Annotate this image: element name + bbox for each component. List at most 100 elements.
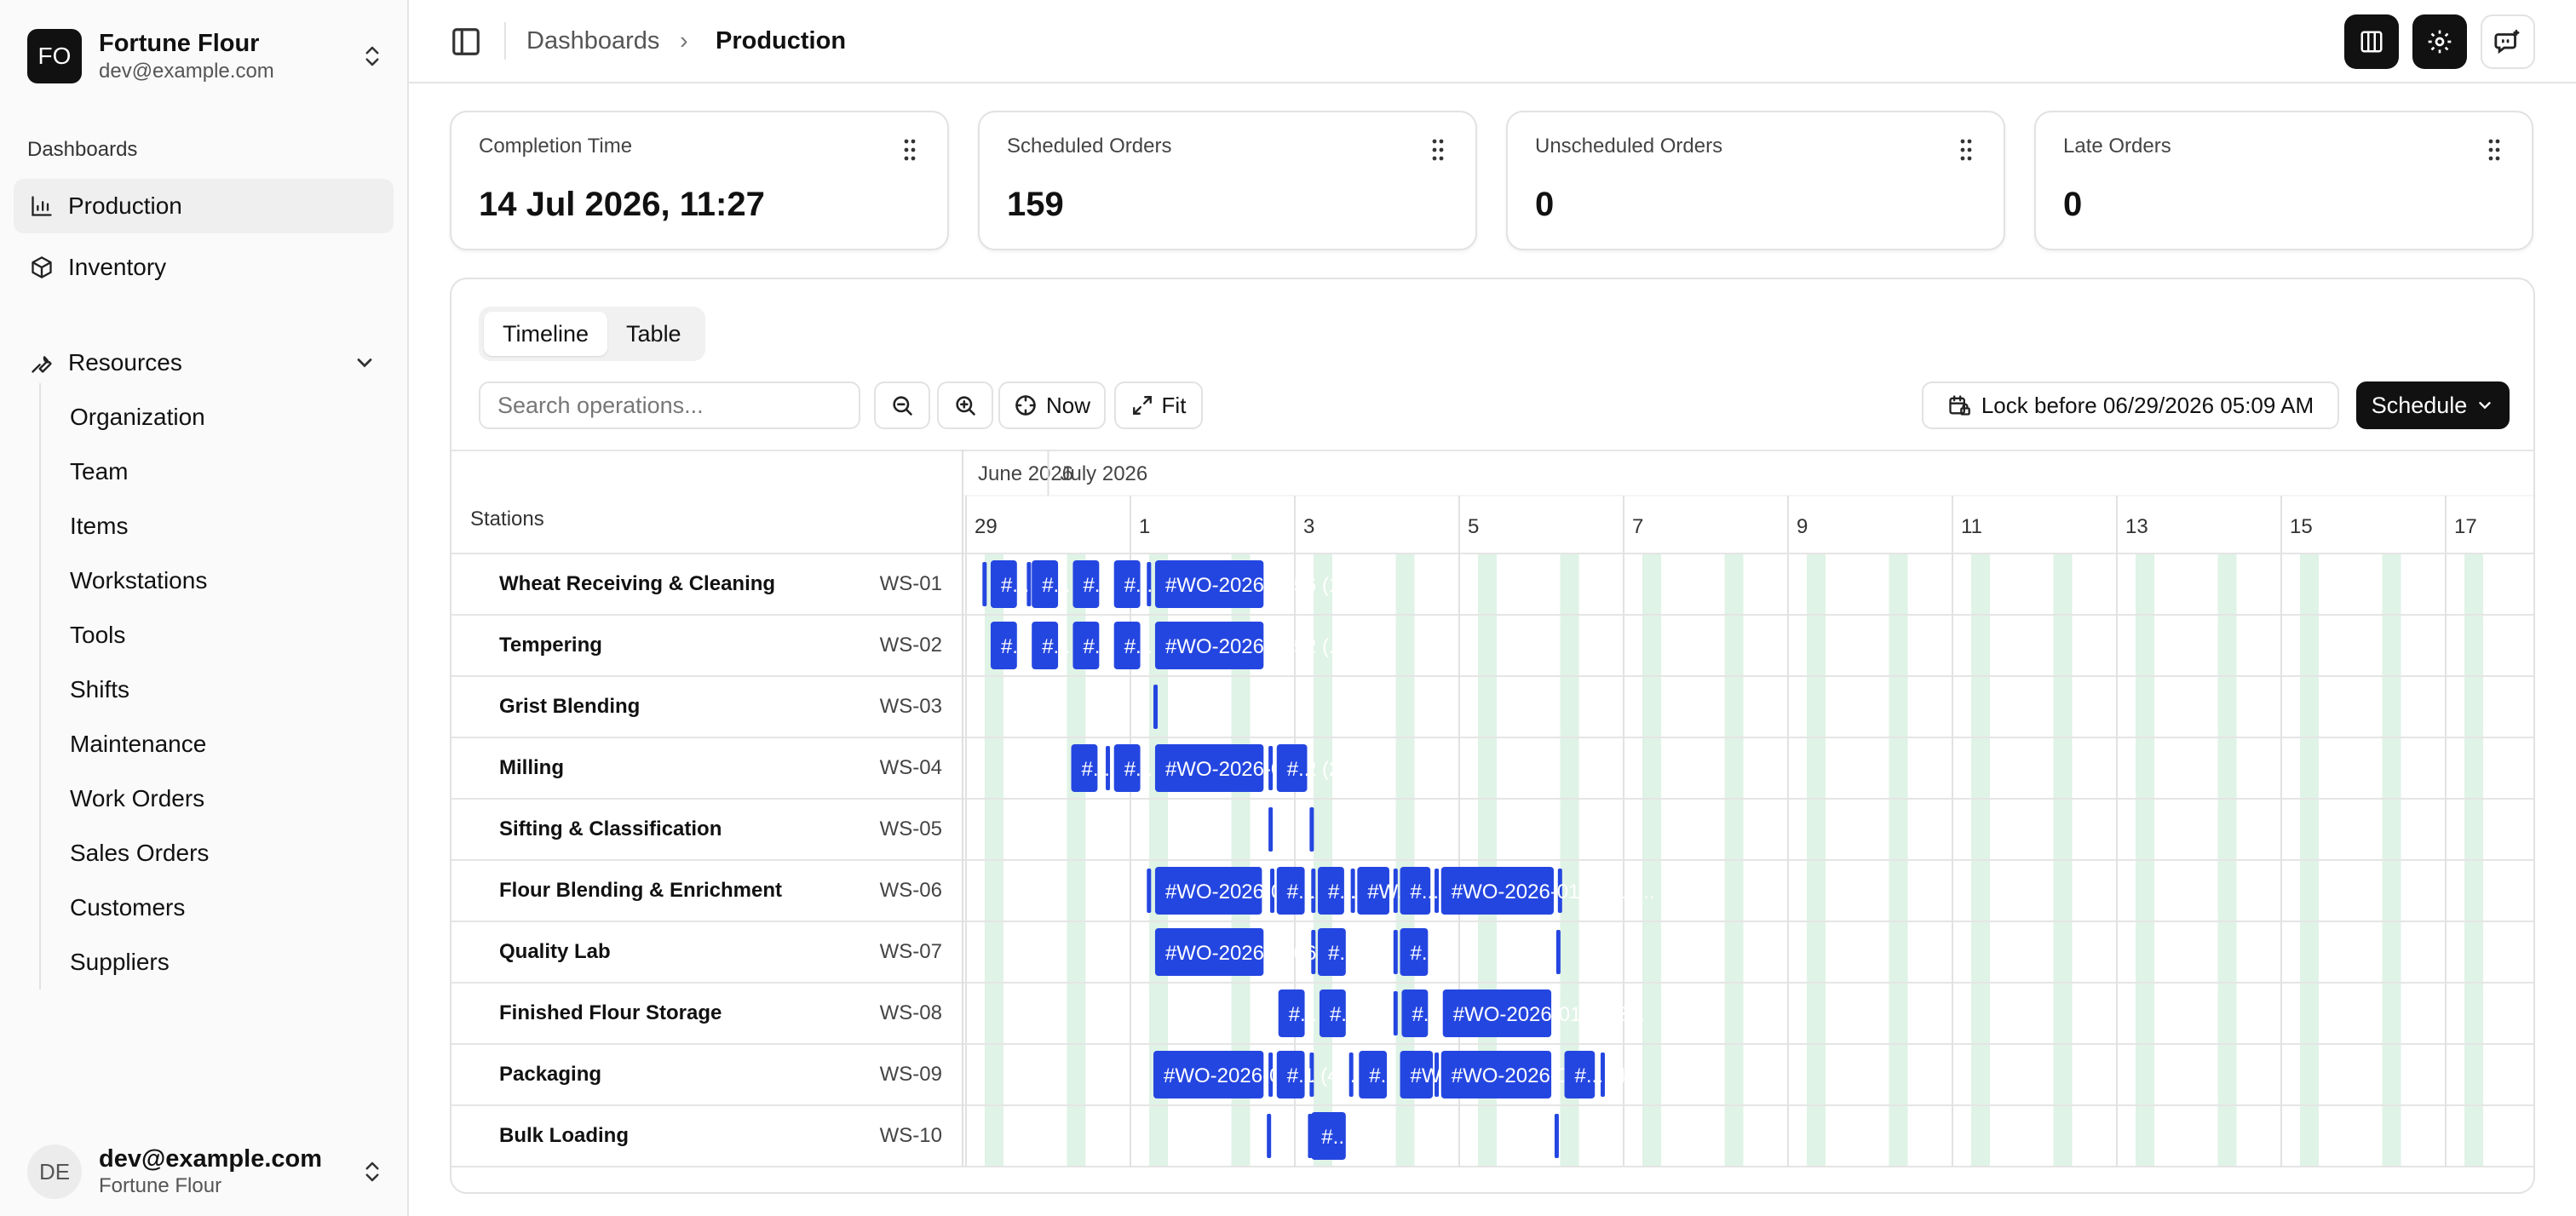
sidebar-item-maintenance[interactable]: Maintenance <box>70 727 206 761</box>
station-code: WS-08 <box>879 1001 942 1024</box>
day-tick-label: 5 <box>1468 515 1479 538</box>
bot-chat-icon <box>2494 29 2520 54</box>
sidebar-toggle-icon[interactable] <box>450 26 482 58</box>
station-name: Packaging <box>499 1063 602 1086</box>
sidebar-item-label: Resources <box>68 349 182 376</box>
org-email: dev@example.com <box>99 60 274 83</box>
day-tick-label: 1 <box>1139 515 1150 538</box>
operation-sliver[interactable] <box>1555 930 1561 974</box>
operation-label: #WO-2026-0144 (10... <box>1452 880 1655 903</box>
sidebar-item-label: Inventory <box>68 254 167 280</box>
breadcrumb-separator: › <box>680 27 688 54</box>
operation-label: #WO-2026-0152 (... <box>1165 635 1346 658</box>
day-tick-label: 15 <box>2290 515 2313 538</box>
timeline-panel: Timeline Table Now Fit Lock before 06/29… <box>450 278 2535 1194</box>
station-code: WS-09 <box>879 1063 942 1086</box>
operation-sliver[interactable] <box>1309 807 1314 852</box>
station-name: Flour Blending & Enrichment <box>499 879 783 902</box>
operation-sliver[interactable] <box>1267 1114 1272 1158</box>
station-code: WS-07 <box>879 940 942 963</box>
sidebar-item-work-orders[interactable]: Work Orders <box>70 782 204 816</box>
sidebar-item-suppliers[interactable]: Suppliers <box>70 945 170 979</box>
chart-icon <box>27 192 56 221</box>
station-row: Milling WS-04 <box>451 737 963 799</box>
wrench-icon <box>27 348 56 377</box>
kpi-label: Unscheduled Orders <box>1535 135 1723 158</box>
station-code: WS-05 <box>879 817 942 840</box>
kpi-card-unscheduled-orders: Unscheduled Orders 0 <box>1506 111 2005 250</box>
station-code: WS-04 <box>879 756 942 779</box>
day-tick-label: 11 <box>1961 515 1982 538</box>
gear-icon <box>2428 30 2452 54</box>
drag-handle-icon[interactable] <box>1959 138 1973 162</box>
station-name: Wheat Receiving & Cleaning <box>499 572 776 595</box>
operation-label: #... <box>1287 880 1315 903</box>
operation-sliver[interactable] <box>1153 685 1159 729</box>
kpi-value: 0 <box>1535 186 1555 223</box>
operation-sliver[interactable] <box>1268 807 1274 852</box>
chevrons-up-down-icon <box>365 46 379 66</box>
top-bar: Dashboards › Production <box>409 0 2576 83</box>
drag-handle-icon[interactable] <box>903 138 917 162</box>
kpi-label: Completion Time <box>479 135 633 158</box>
operation-sliver[interactable] <box>1393 930 1398 974</box>
drag-handle-icon[interactable] <box>2487 138 2501 162</box>
operation-label: #... <box>1328 880 1356 903</box>
station-name: Milling <box>499 756 564 779</box>
operation-label: #... <box>1287 758 1315 781</box>
assistant-button[interactable] <box>2481 14 2535 69</box>
sidebar-item-team[interactable]: Team <box>70 455 128 489</box>
sidebar-item-items[interactable]: Items <box>70 509 128 543</box>
station-code: WS-02 <box>879 634 942 657</box>
layout-columns-button[interactable] <box>2344 14 2399 69</box>
user-switcher[interactable]: DE dev@example.com Fortune Flour <box>27 1144 385 1199</box>
day-tick-label: 3 <box>1303 515 1314 538</box>
station-row: Grist Blending WS-03 <box>451 676 963 737</box>
station-name: Grist Blending <box>499 695 641 718</box>
operation-label: #... <box>1411 942 1439 965</box>
station-row: Bulk Loading WS-10 <box>451 1105 963 1167</box>
sidebar-item-production[interactable]: Production <box>14 179 394 233</box>
drag-handle-icon[interactable] <box>1431 138 1445 162</box>
operation-label: #... <box>1321 1126 1349 1149</box>
station-name: Sifting & Classification <box>499 817 722 840</box>
box-icon <box>27 253 56 282</box>
kpi-value: 0 <box>2063 186 2083 223</box>
operation-label: #... <box>1575 1064 1603 1087</box>
operation-sliver[interactable] <box>982 562 987 606</box>
operation-sliver[interactable] <box>1393 991 1398 1035</box>
org-name: Fortune Flour <box>99 30 260 57</box>
sidebar-item-tools[interactable]: Tools <box>70 618 125 652</box>
sidebar-item-sales-orders[interactable]: Sales Orders <box>70 836 209 870</box>
operation-sliver[interactable] <box>1554 1114 1559 1158</box>
day-tick-label: 29 <box>975 515 998 538</box>
sidebar-item-customers[interactable]: Customers <box>70 891 185 925</box>
operation-label: #... <box>1328 942 1356 965</box>
month-label: June 2026 <box>978 462 1073 485</box>
sidebar-section-dashboards: Dashboards <box>27 138 138 161</box>
breadcrumb-dashboards[interactable]: Dashboards <box>526 27 659 55</box>
stations-header: Stations <box>470 508 544 531</box>
sidebar-item-inventory[interactable]: Inventory <box>14 240 394 295</box>
sidebar-tree-line <box>39 383 41 989</box>
sidebar-item-organization[interactable]: Organization <box>70 400 205 434</box>
org-avatar: FO <box>27 29 82 83</box>
sidebar-item-resources[interactable]: Resources <box>14 336 394 390</box>
station-name: Finished Flour Storage <box>499 1001 722 1024</box>
org-switcher[interactable]: FO Fortune Flour dev@example.com <box>27 29 385 83</box>
operation-sliver[interactable] <box>1147 869 1152 913</box>
settings-button[interactable] <box>2412 14 2467 69</box>
kpi-label: Late Orders <box>2063 135 2171 158</box>
sidebar-item-workstations[interactable]: Workstations <box>70 564 207 598</box>
station-code: WS-10 <box>879 1124 942 1147</box>
day-tick-label: 9 <box>1797 515 1808 538</box>
station-code: WS-01 <box>879 572 942 595</box>
kpi-value: 14 Jul 2026, 11:27 <box>479 186 765 223</box>
sidebar-item-shifts[interactable]: Shifts <box>70 673 129 707</box>
user-org: Fortune Flour <box>99 1174 222 1197</box>
station-row: Tempering WS-02 <box>451 615 963 676</box>
station-code: WS-06 <box>879 879 942 902</box>
station-row: Flour Blending & Enrichment WS-06 <box>451 860 963 921</box>
chevrons-up-down-icon <box>365 1162 379 1182</box>
day-tick-label: 7 <box>1632 515 1643 538</box>
